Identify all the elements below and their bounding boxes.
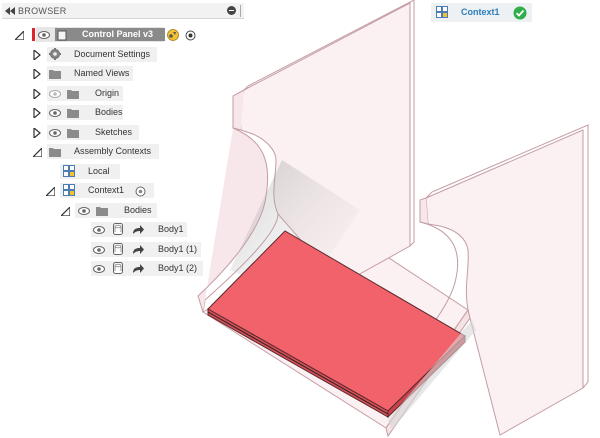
folder-icon [67,88,79,100]
collapsed-triangle-icon[interactable] [32,89,42,99]
eye-icon[interactable] [93,224,105,236]
check-circle-icon [513,6,527,20]
collapse-browser-button[interactable] [2,3,18,19]
tree-item-context1[interactable]: Context1 [0,182,160,199]
eye-icon[interactable] [78,205,90,217]
tree-item-origin[interactable]: Origin [0,85,160,102]
item-label: Assembly Contexts [74,146,152,156]
activate-radio-icon[interactable] [184,29,196,41]
collapsed-triangle-icon[interactable] [32,50,42,60]
activate-radio-icon[interactable] [134,185,146,197]
folder-icon [67,127,79,139]
folder-icon [49,68,61,80]
item-label: Local [88,166,110,176]
root-label: Control Panel v3 [82,29,154,39]
tree-item-local[interactable]: Local [0,163,160,180]
component-icon [56,29,68,41]
warning-badge-icon[interactable] [166,28,179,41]
double-left-arrow-icon [5,6,15,15]
eye-icon[interactable] [38,29,50,41]
item-label: Bodies [124,205,152,215]
eye-icon[interactable] [49,107,61,119]
link-arrow-icon [132,224,144,236]
collapsed-triangle-icon[interactable] [32,128,42,138]
tree-item-named-views[interactable]: Named Views [0,65,160,82]
item-label: Bodies [95,107,123,117]
eye-icon[interactable] [93,244,105,256]
context-grid-icon [63,165,76,178]
expanded-triangle-icon[interactable] [60,206,70,216]
tree-root-row[interactable]: Control Panel v3 [0,26,245,43]
eye-icon[interactable] [93,263,105,275]
active-indicator [32,28,35,41]
body-cylinder-icon [112,262,124,274]
collapsed-triangle-icon[interactable] [32,108,42,118]
header-divider [240,4,241,17]
right-wall[interactable] [419,124,589,436]
body-cylinder-icon [112,223,124,235]
active-context-label: Context1 [461,7,500,17]
active-context-indicator[interactable]: Context1 [431,3,532,22]
tree-item-assembly-contexts[interactable]: Assembly Contexts [0,143,160,160]
tree-item-bodies[interactable]: Bodies [0,104,160,121]
item-label: Sketches [95,127,133,137]
minus-icon[interactable] [227,6,236,15]
item-label: Body1 (2) [158,263,198,273]
tree-item-body1[interactable]: Body1 [0,221,220,238]
expanded-triangle-icon[interactable] [14,30,24,40]
folder-icon [49,146,61,158]
expanded-triangle-icon[interactable] [45,186,55,196]
item-label: Body1 (1) [158,244,198,254]
link-arrow-icon [132,263,144,275]
context-grid-icon [436,6,449,19]
body-cylinder-icon [112,243,124,255]
tree-item-sketches[interactable]: Sketches [0,124,160,141]
item-label: Document Settings [74,49,151,59]
browser-title: BROWSER [18,5,67,16]
link-arrow-icon [132,244,144,256]
item-label: Named Views [74,68,130,78]
tree-item-context-bodies[interactable]: Bodies [0,202,170,219]
eye-hidden-icon[interactable] [49,88,61,100]
context-grid-icon [63,184,76,197]
item-label: Context1 [88,185,125,195]
browser-header: BROWSER [2,3,244,19]
gear-icon [49,48,61,60]
tree-item-document-settings[interactable]: Document Settings [0,46,160,63]
tree-item-body1-1[interactable]: Body1 (1) [0,241,220,258]
collapsed-triangle-icon[interactable] [32,69,42,79]
eye-icon[interactable] [49,127,61,139]
item-label: Origin [95,88,120,98]
tree-item-body1-2[interactable]: Body1 (2) [0,260,220,277]
folder-icon [96,205,108,217]
item-label: Body1 [158,224,184,234]
expanded-triangle-icon[interactable] [32,147,42,157]
folder-icon [67,107,79,119]
